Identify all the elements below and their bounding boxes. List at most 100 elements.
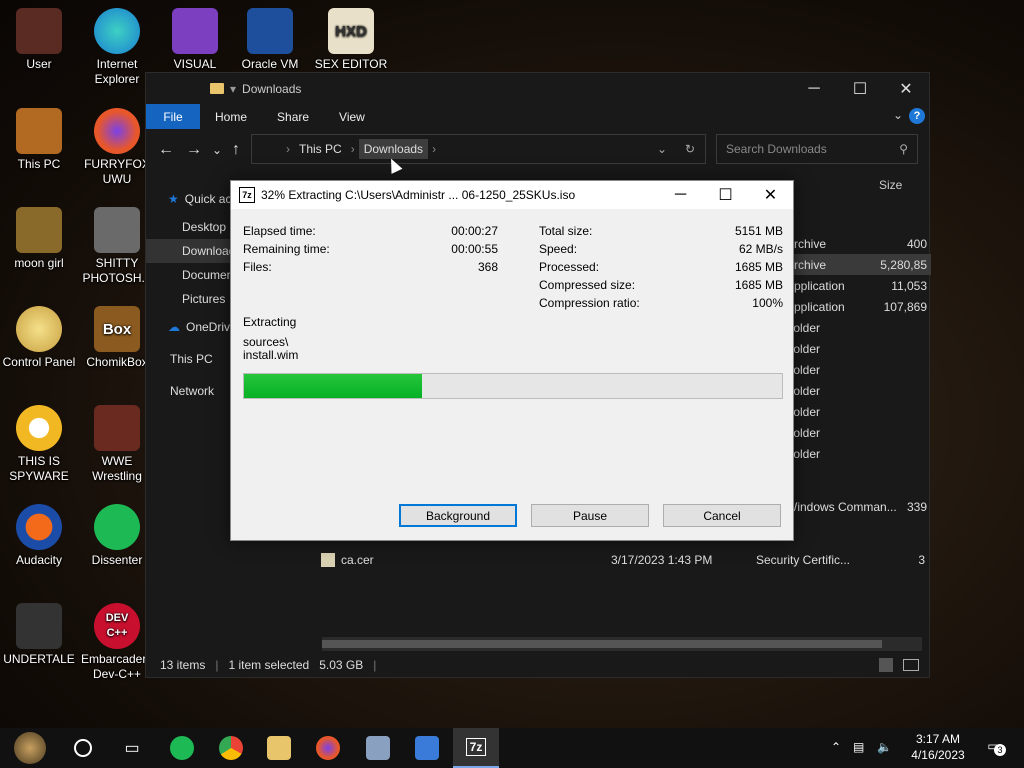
status-bar: 13 items | 1 item selected 5.03 GB | xyxy=(146,653,929,677)
file-row[interactable]: Folder xyxy=(786,422,931,443)
folder-icon xyxy=(210,83,224,94)
desktop-icon-oracle-vm[interactable]: Oracle VM xyxy=(231,8,309,72)
desktop-icon-label: Control Panel xyxy=(2,355,76,369)
lightbulb-icon xyxy=(16,306,62,352)
column-header-size[interactable]: Size xyxy=(879,178,902,192)
start-button-icon[interactable] xyxy=(14,732,46,764)
ribbon-tab-view[interactable]: View xyxy=(324,110,380,124)
task-view-icon[interactable]: ▭ xyxy=(120,736,144,760)
progress-fill xyxy=(244,374,422,398)
nav-label: Network xyxy=(170,384,215,398)
extraction-dialog[interactable]: 7z 32% Extracting C:\Users\Administr ...… xyxy=(230,180,794,541)
minimize-icon[interactable]: ─ xyxy=(658,181,703,209)
stat-label: Compression ratio: xyxy=(539,296,640,310)
taskbar-app-icon[interactable] xyxy=(366,736,390,760)
file-row[interactable]: Application 107,869 xyxy=(786,296,931,317)
taskbar-file-explorer-icon[interactable] xyxy=(267,736,291,760)
file-row[interactable]: Folder xyxy=(786,443,931,464)
show-hidden-icons-icon[interactable]: ⌃ xyxy=(831,739,841,755)
desktop-icon-label: Oracle VM xyxy=(241,57,299,71)
chomikbox-icon: Box xyxy=(94,306,140,352)
desktop-icon-undertale[interactable]: UNDERTALE xyxy=(0,603,78,667)
file-row[interactable]: Folder xyxy=(786,380,931,401)
desktop-icon-label: SEX EDITOR xyxy=(314,57,388,71)
taskbar-firefox-icon[interactable] xyxy=(316,736,340,760)
stat-label: Files: xyxy=(243,260,272,274)
file-row-ca-cer[interactable]: ca.cer 3/17/2023 1:43 PM Security Certif… xyxy=(321,549,929,570)
ribbon-file-tab[interactable]: File xyxy=(146,104,200,129)
computer-icon xyxy=(16,108,62,154)
desktop-icon-sex-editor[interactable]: HXD SEX EDITOR xyxy=(312,8,390,72)
ribbon: File Home Share View ⌄ ? xyxy=(146,104,929,129)
large-icons-view-icon[interactable] xyxy=(903,659,919,671)
pause-button[interactable]: Pause xyxy=(531,504,649,527)
desktop-icon-this-pc[interactable]: This PC xyxy=(0,108,78,172)
gimp-icon xyxy=(94,207,140,253)
file-size: 5,280,85 xyxy=(880,257,927,272)
back-arrow-icon[interactable]: ← xyxy=(158,141,174,159)
file-type: Application xyxy=(786,299,845,314)
taskbar-app-icon[interactable] xyxy=(415,736,439,760)
breadcrumb-this-pc[interactable]: This PC xyxy=(294,139,347,159)
close-icon[interactable]: ✕ xyxy=(748,181,793,209)
recent-locations-icon[interactable]: ⌄ xyxy=(212,143,222,157)
current-path-file: install.wim xyxy=(243,348,299,362)
close-icon[interactable]: ✕ xyxy=(883,77,929,101)
visual-studio-icon xyxy=(172,8,218,54)
desktop-icon-moon-girl[interactable]: moon girl xyxy=(0,207,78,271)
minimize-icon[interactable]: ─ xyxy=(791,77,837,101)
address-bar[interactable]: › This PC › Downloads › ⌄ ↻ xyxy=(251,134,706,164)
chevron-down-icon[interactable]: ▾ xyxy=(230,82,236,96)
file-row[interactable]: Application 11,053 xyxy=(786,275,931,296)
hxd-icon: HXD xyxy=(328,8,374,54)
taskbar-7zip-button[interactable]: 7z xyxy=(453,728,499,768)
desktop-icon-spyware[interactable]: THIS IS SPYWARE xyxy=(0,405,78,484)
file-row[interactable]: Folder xyxy=(786,317,931,338)
chevron-right-icon: › xyxy=(350,142,355,156)
background-button[interactable]: Background xyxy=(399,504,517,527)
ribbon-tab-share[interactable]: Share xyxy=(262,110,324,124)
taskbar-dissenter-icon[interactable] xyxy=(170,736,194,760)
desktop-icon-user[interactable]: User xyxy=(0,8,78,72)
ribbon-expand-icon[interactable]: ⌄ xyxy=(893,108,903,122)
notification-center-icon[interactable]: ▭ 3 xyxy=(984,738,1006,756)
ribbon-tab-home[interactable]: Home xyxy=(200,110,262,124)
volume-muted-icon[interactable]: 🔈 xyxy=(877,739,892,755)
cancel-button[interactable]: Cancel xyxy=(663,504,781,527)
file-row[interactable]: Folder xyxy=(786,338,931,359)
file-type: Application xyxy=(786,278,845,293)
dialog-title-bar[interactable]: 7z 32% Extracting C:\Users\Administr ...… xyxy=(231,181,793,209)
desktop-icon-label: ChomikBox xyxy=(86,355,148,369)
file-row[interactable]: Archive 400 xyxy=(786,233,931,254)
stat-value: 100% xyxy=(752,296,783,310)
user-icon xyxy=(16,8,62,54)
nav-label: Desktop xyxy=(182,220,227,234)
file-row[interactable]: Folder xyxy=(786,359,931,380)
desktop-icon-label: moon girl xyxy=(14,256,64,270)
desktop-icon-label: User xyxy=(26,57,52,71)
maximize-icon[interactable]: ☐ xyxy=(703,181,748,209)
refresh-icon[interactable]: ↻ xyxy=(685,142,695,156)
scrollbar-thumb[interactable] xyxy=(322,640,882,648)
progress-bar xyxy=(243,373,783,399)
details-view-icon[interactable] xyxy=(879,658,893,672)
taskbar-chrome-icon[interactable] xyxy=(219,736,243,760)
up-arrow-icon[interactable]: ↑ xyxy=(232,141,240,159)
search-circle-icon[interactable] xyxy=(74,739,92,757)
file-row[interactable]: Folder xyxy=(786,401,931,422)
forward-arrow-icon[interactable]: → xyxy=(186,141,202,159)
file-row[interactable]: Windows Comman... 339 xyxy=(786,496,931,517)
clock[interactable]: 3:17 AM 4/16/2023 xyxy=(898,731,978,763)
search-box[interactable]: Search Downloads ⚲ xyxy=(716,134,918,164)
desktop-icon-audacity[interactable]: Audacity xyxy=(0,504,78,568)
address-dropdown-icon[interactable]: ⌄ xyxy=(657,142,667,156)
desktop-icon-label: WWE Wrestling xyxy=(92,454,142,483)
breadcrumb-downloads[interactable]: Downloads xyxy=(358,139,429,159)
desktop-icon-control-panel[interactable]: Control Panel xyxy=(0,306,78,370)
help-icon[interactable]: ? xyxy=(909,108,925,124)
network-icon[interactable]: ▤ xyxy=(853,739,864,755)
file-row[interactable]: Archive 5,280,85 xyxy=(786,254,931,275)
maximize-icon[interactable]: ☐ xyxy=(837,77,883,101)
explorer-title-bar[interactable]: ▾ Downloads ─ ☐ ✕ xyxy=(146,73,929,104)
horizontal-scrollbar[interactable] xyxy=(322,637,922,651)
